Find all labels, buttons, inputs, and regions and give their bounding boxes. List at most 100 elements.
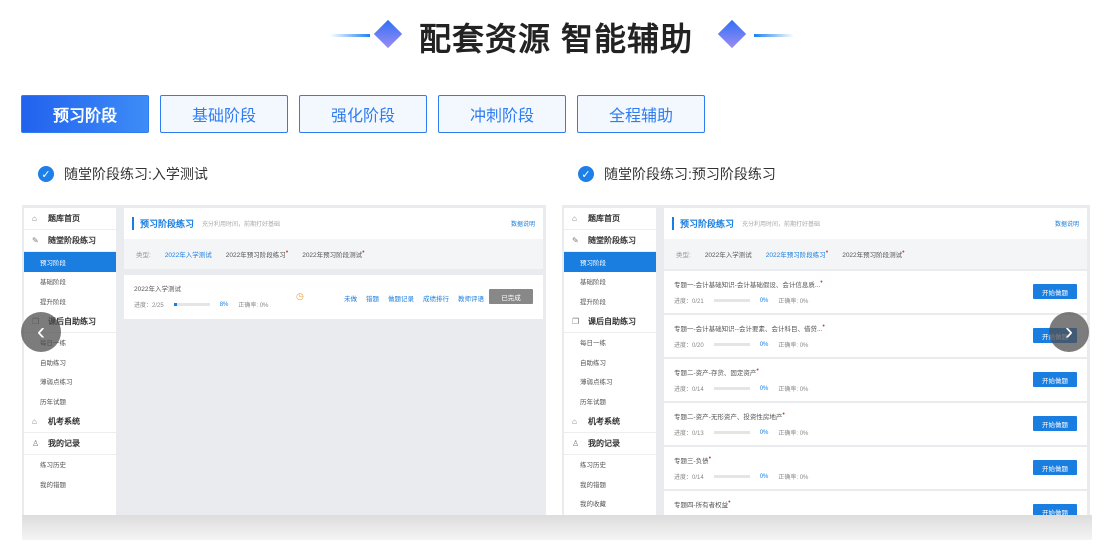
sidebar-item[interactable]: 预习阶段 bbox=[24, 252, 116, 272]
tab-preview[interactable]: 预习阶段 bbox=[21, 95, 149, 133]
sidebar-exam[interactable]: ⌂ 机考系统 bbox=[564, 411, 656, 433]
sidebar-stage[interactable]: ✎ 随堂阶段练习 bbox=[24, 230, 116, 252]
progress-text: 进度：2/25 bbox=[134, 303, 164, 309]
sidebar-item[interactable]: 基础阶段 bbox=[564, 272, 656, 292]
sidebar-item[interactable]: 练习历史 bbox=[24, 455, 116, 475]
action-link[interactable]: 未做 bbox=[344, 293, 357, 303]
caption-text: 随堂阶段练习:预习阶段练习 bbox=[604, 166, 776, 182]
type-option[interactable]: 2022年预习阶段测试 bbox=[842, 252, 902, 259]
caption-text: 随堂阶段练习:入学测试 bbox=[64, 166, 208, 182]
exercise-name: 专题三-负债 bbox=[674, 458, 709, 465]
action-link[interactable]: 错题 bbox=[366, 293, 379, 303]
exercise-name: 专题四-所有者权益 bbox=[674, 502, 729, 509]
progress-bar bbox=[713, 431, 750, 434]
action-link[interactable]: 教师评语 bbox=[458, 293, 484, 303]
data-info-link[interactable]: 数据说明 bbox=[1055, 219, 1079, 228]
sidebar-item[interactable]: 历年试题 bbox=[564, 391, 656, 411]
type-option[interactable]: 2022年预习阶段练习 bbox=[766, 252, 826, 259]
progress-text: 进度：0/14 bbox=[674, 387, 704, 393]
home-icon: ⌂ bbox=[572, 416, 577, 426]
sidebar-self[interactable]: ❐ 课后自助练习 bbox=[564, 311, 656, 333]
sidebar-item[interactable]: 我的收藏 bbox=[564, 494, 656, 514]
exercise-row: 专题四-所有者权益• 进度：0/60%正确率: 0% 开始做题 bbox=[664, 491, 1087, 515]
sidebar-item[interactable]: 预习阶段 bbox=[564, 252, 656, 272]
caption-left: ✓ 随堂阶段练习:入学测试 bbox=[38, 164, 208, 184]
label: 随堂阶段练习 bbox=[48, 236, 96, 245]
screenshot-entrance-test: ⌂题库首页 ✎随堂阶段练习 预习阶段 基础阶段 提升阶段 ❐课后自助练习 每日一… bbox=[22, 205, 546, 515]
next-arrow-button[interactable]: › bbox=[1049, 312, 1089, 352]
main-panel: 预习阶段练习 充分利用时间，前期打好基础 数据说明 类型: 2022年入学测试 20… bbox=[124, 208, 543, 319]
percent: 0% bbox=[759, 429, 769, 436]
display-platform bbox=[22, 515, 1092, 540]
sidebar-item[interactable]: 基础阶段 bbox=[24, 272, 116, 292]
doc-icon: ❐ bbox=[572, 316, 580, 326]
data-info-link[interactable]: 数据说明 bbox=[511, 219, 535, 228]
percent: 0% bbox=[759, 385, 769, 392]
user-icon: ♙ bbox=[32, 438, 40, 448]
sidebar-records[interactable]: ♙ 我的记录 bbox=[24, 433, 116, 455]
sidebar-stage[interactable]: ✎ 随堂阶段练习 bbox=[564, 230, 656, 252]
accuracy: 正确率: 0% bbox=[778, 299, 809, 305]
exercise-name: 专题一-会计基础知识--会计要素、会计科目、借贷... bbox=[674, 326, 823, 333]
sidebar-records[interactable]: ♙ 我的记录 bbox=[564, 433, 656, 455]
sidebar-item[interactable]: 薄弱点练习 bbox=[24, 372, 116, 392]
sidebar-item[interactable]: 自助练习 bbox=[564, 352, 656, 372]
sidebar-home[interactable]: ⌂ 题库首页 bbox=[24, 208, 116, 230]
progress-bar bbox=[173, 303, 210, 306]
home-icon: ⌂ bbox=[572, 214, 577, 223]
panel-title: 预习阶段练习 bbox=[672, 217, 734, 230]
tab-strengthen[interactable]: 强化阶段 bbox=[299, 95, 427, 133]
sidebar-item[interactable]: 我的错题 bbox=[24, 474, 116, 494]
sidebar-item[interactable]: 薄弱点练习 bbox=[564, 372, 656, 392]
progress-text: 进度：0/13 bbox=[674, 431, 704, 437]
exercise-row: 专题三-负债• 进度：0/14 0% 正确率: 0% 开始做题 bbox=[664, 447, 1087, 489]
exercise-row: 专题二-资产-存货、固定资产• 进度：0/14 0% 正确率: 0% 开始做题 bbox=[664, 359, 1087, 401]
accuracy: 正确率: 0% bbox=[778, 343, 809, 349]
exercise-row: 专题一-会计基础知识--会计要素、会计科目、借贷...• 进度：0/20 0% 正确… bbox=[664, 315, 1087, 357]
label: 随堂阶段练习 bbox=[588, 236, 636, 245]
tab-sprint[interactable]: 冲刺阶段 bbox=[438, 95, 566, 133]
check-icon: ✓ bbox=[38, 166, 54, 182]
sidebar-exam[interactable]: ⌂ 机考系统 bbox=[24, 411, 116, 433]
sidebar-item[interactable]: 提升阶段 bbox=[564, 291, 656, 311]
start-practice-button[interactable]: 开始做题 bbox=[1033, 504, 1077, 515]
exercise-row: 专题二-资产-无形资产、投资性房地产• 进度：0/13 0% 正确率: 0% 开始做… bbox=[664, 403, 1087, 445]
action-link[interactable]: 成绩排行 bbox=[423, 293, 449, 303]
start-practice-button[interactable]: 开始做题 bbox=[1033, 284, 1077, 299]
home-icon: ⌂ bbox=[32, 416, 37, 426]
prev-arrow-button[interactable]: ‹ bbox=[21, 312, 61, 352]
sidebar-item[interactable]: 练习历史 bbox=[564, 455, 656, 475]
exercise-name: 2022年入学测试 bbox=[134, 286, 181, 293]
title-decoration-right bbox=[754, 34, 794, 37]
tab-full[interactable]: 全程辅助 bbox=[577, 95, 705, 133]
sidebar-item[interactable]: 提升阶段 bbox=[24, 291, 116, 311]
sidebar-item[interactable]: 自助练习 bbox=[24, 352, 116, 372]
progress-bar bbox=[713, 475, 750, 478]
sidebar-home[interactable]: ⌂ 题库首页 bbox=[564, 208, 656, 230]
start-practice-button[interactable]: 开始做题 bbox=[1033, 372, 1077, 387]
sidebar-item[interactable]: 我的错题 bbox=[564, 474, 656, 494]
exercise-name: 专题二-资产-存货、固定资产 bbox=[674, 370, 757, 377]
progress-text: 进度：0/20 bbox=[674, 343, 704, 349]
label: 题库首页 bbox=[588, 214, 620, 223]
progress-bar bbox=[713, 343, 750, 346]
accuracy: 正确率: 0% bbox=[778, 387, 809, 393]
panel-title: 预习阶段练习 bbox=[132, 217, 194, 230]
exercise-name: 专题二-资产-无形资产、投资性房地产 bbox=[674, 414, 783, 421]
completed-button[interactable]: 已完成 bbox=[489, 289, 533, 304]
action-link[interactable]: 做题记录 bbox=[388, 293, 414, 303]
tab-basic[interactable]: 基础阶段 bbox=[160, 95, 288, 133]
type-option[interactable]: 2022年入学测试 bbox=[705, 249, 752, 259]
type-option[interactable]: 2022年入学测试 bbox=[165, 249, 212, 259]
start-practice-button[interactable]: 开始做题 bbox=[1033, 460, 1077, 475]
exercise-row: 专题一-会计基础知识-会计基础假设、会计信息质...• 进度：0/21 0% 正确率… bbox=[664, 271, 1087, 313]
percent: 8% bbox=[219, 301, 229, 308]
progress-text: 进度：0/21 bbox=[674, 299, 704, 305]
sidebar-item[interactable]: 历年试题 bbox=[24, 391, 116, 411]
type-option[interactable]: 2022年预习阶段练习 bbox=[226, 252, 286, 259]
accuracy: 正确率: 0% bbox=[238, 303, 269, 309]
pen-icon: ✎ bbox=[572, 236, 579, 245]
sidebar-item[interactable]: 每日一练 bbox=[564, 333, 656, 353]
type-option[interactable]: 2022年预习阶段测试 bbox=[302, 252, 362, 259]
start-practice-button[interactable]: 开始做题 bbox=[1033, 416, 1077, 431]
